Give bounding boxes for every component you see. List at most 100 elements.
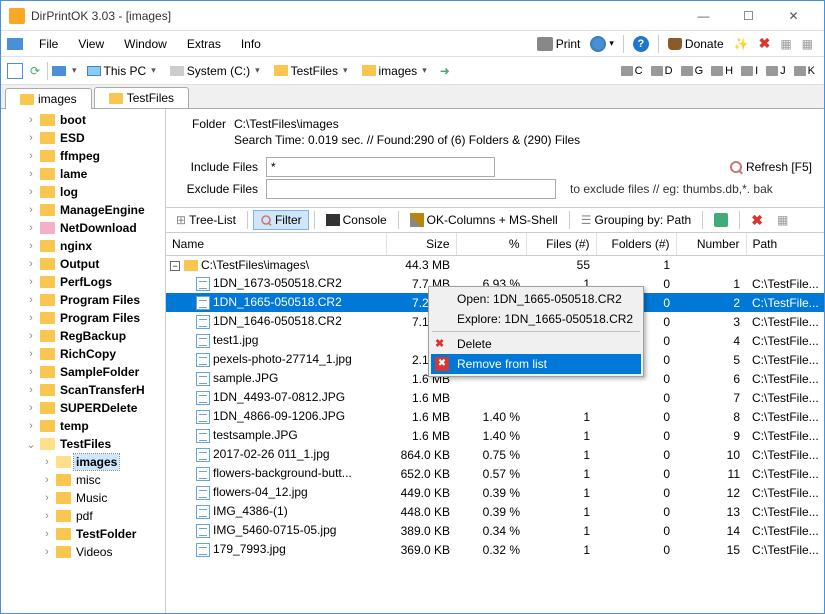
- file-table-container[interactable]: Name Size % Files (#) Folders (#) Number…: [166, 233, 824, 613]
- expand-icon[interactable]: ›: [25, 114, 37, 126]
- menu-info[interactable]: Info: [231, 34, 271, 54]
- table-row[interactable]: testsample.JPG1.6 MB1.40 %109C:\TestFile…: [166, 426, 824, 445]
- donate-button[interactable]: Donate: [663, 35, 729, 53]
- menu-window[interactable]: Window: [114, 34, 177, 54]
- tree-item[interactable]: ›SampleFolder: [1, 363, 165, 381]
- crumb-system[interactable]: System (C:)▾: [166, 62, 266, 80]
- drive-I[interactable]: I: [738, 64, 761, 78]
- tree-item[interactable]: ›ffmpeg: [1, 147, 165, 165]
- go-icon[interactable]: ➜: [437, 63, 453, 79]
- expand-icon[interactable]: ›: [41, 510, 53, 522]
- tree-item[interactable]: ›lame: [1, 165, 165, 183]
- tree-item[interactable]: ›SUPERDelete: [1, 399, 165, 417]
- col-pct[interactable]: %: [456, 233, 526, 255]
- col-folders[interactable]: Folders (#): [596, 233, 676, 255]
- col-button2[interactable]: ▦: [797, 35, 818, 53]
- tree-item[interactable]: ›pdf: [1, 507, 165, 525]
- tree-item[interactable]: ›PerfLogs: [1, 273, 165, 291]
- filter-button[interactable]: Filter: [253, 210, 309, 230]
- expand-icon[interactable]: ›: [25, 348, 37, 360]
- col-path[interactable]: Path: [746, 233, 824, 255]
- save-button[interactable]: [708, 211, 734, 229]
- del-col-button[interactable]: ✖: [754, 33, 776, 54]
- table-row[interactable]: IMG_4386-(1)448.0 KB0.39 %1013C:\TestFil…: [166, 502, 824, 521]
- ctx-explore[interactable]: Explore: 1DN_1665-050518.CR2: [431, 309, 641, 329]
- expand-icon[interactable]: ›: [25, 384, 37, 396]
- drive-C[interactable]: C: [618, 64, 646, 78]
- treelist-button[interactable]: ⊞Tree-List: [170, 211, 242, 229]
- ctx-delete[interactable]: ✖Delete: [431, 334, 641, 354]
- tree-item[interactable]: ›images: [1, 453, 165, 471]
- tree-item[interactable]: ›NetDownload: [1, 219, 165, 237]
- expand-icon[interactable]: ›: [25, 186, 37, 198]
- tree-item[interactable]: ›misc: [1, 471, 165, 489]
- tree-item[interactable]: ›Program Files: [1, 309, 165, 327]
- tree-item[interactable]: ›ScanTransferH: [1, 381, 165, 399]
- col-files[interactable]: Files (#): [526, 233, 596, 255]
- tab-images[interactable]: images: [5, 88, 92, 109]
- print-button[interactable]: Print: [532, 35, 586, 53]
- expand-icon[interactable]: ›: [25, 204, 37, 216]
- expand-icon[interactable]: ›: [25, 366, 37, 378]
- minimize-button[interactable]: —: [681, 2, 726, 30]
- drive-K[interactable]: K: [791, 64, 818, 78]
- expand-icon[interactable]: ›: [41, 546, 53, 558]
- refresh-button[interactable]: Refresh [F5]: [730, 160, 812, 174]
- list-icon[interactable]: [7, 63, 23, 79]
- table-row[interactable]: flowers-background-butt...652.0 KB0.57 %…: [166, 464, 824, 483]
- group-row[interactable]: −C:\TestFiles\images\44.3 MB551: [166, 255, 824, 274]
- col-size[interactable]: Size: [386, 233, 456, 255]
- drive-H[interactable]: H: [708, 64, 736, 78]
- expand-icon[interactable]: ›: [41, 456, 53, 468]
- table-row[interactable]: 1DN_4493-07-0812.JPG1.6 MB07C:\TestFile.…: [166, 388, 824, 407]
- table-row[interactable]: 179_7993.jpg369.0 KB0.32 %1015C:\TestFil…: [166, 540, 824, 559]
- folder-tree[interactable]: ›boot›ESD›ffmpeg›lame›log›ManageEngine›N…: [1, 109, 166, 613]
- refresh-icon[interactable]: ⟳: [27, 63, 43, 79]
- grouping-button[interactable]: ☰Grouping by: Path: [575, 211, 698, 229]
- tree-item[interactable]: ›ManageEngine: [1, 201, 165, 219]
- dropdown-icon[interactable]: ▾: [70, 65, 79, 76]
- wand-button[interactable]: ✨: [729, 35, 754, 53]
- ctx-remove[interactable]: ✖Remove from list: [431, 354, 641, 374]
- menu-file[interactable]: File: [29, 34, 68, 54]
- expand-icon[interactable]: ›: [25, 150, 37, 162]
- tree-item[interactable]: ⌄TestFiles: [1, 435, 165, 453]
- tab-testfiles[interactable]: TestFiles: [94, 87, 189, 108]
- expand-icon[interactable]: ›: [41, 474, 53, 486]
- collapse-icon[interactable]: −: [170, 261, 180, 271]
- include-input[interactable]: [266, 157, 495, 177]
- expand-icon[interactable]: ›: [25, 258, 37, 270]
- expand-icon[interactable]: ›: [25, 132, 37, 144]
- okcolumns-button[interactable]: OK-Columns + MS-Shell: [404, 211, 564, 229]
- tree-item[interactable]: ›nginx: [1, 237, 165, 255]
- expand-icon[interactable]: ›: [25, 402, 37, 414]
- crumb-testfiles[interactable]: TestFiles▾: [270, 62, 354, 80]
- console-button[interactable]: Console: [320, 211, 393, 229]
- globe-button[interactable]: ▾: [585, 34, 619, 54]
- tree-item[interactable]: ›Videos: [1, 543, 165, 561]
- monitor-icon[interactable]: [52, 66, 66, 76]
- tree-item[interactable]: ›log: [1, 183, 165, 201]
- close-button[interactable]: ✕: [771, 2, 816, 30]
- table-row[interactable]: 1DN_4866-09-1206.JPG1.6 MB1.40 %108C:\Te…: [166, 407, 824, 426]
- expand-icon[interactable]: ›: [25, 222, 37, 234]
- table-row[interactable]: 2017-02-26 011_1.jpg864.0 KB0.75 %1010C:…: [166, 445, 824, 464]
- col-number[interactable]: Number: [676, 233, 746, 255]
- tree-item[interactable]: ›RichCopy: [1, 345, 165, 363]
- ctx-open[interactable]: Open: 1DN_1665-050518.CR2: [431, 289, 641, 309]
- expand-icon[interactable]: ›: [25, 276, 37, 288]
- tree-item[interactable]: ›RegBackup: [1, 327, 165, 345]
- menu-view[interactable]: View: [68, 34, 114, 54]
- col-button1[interactable]: ▦: [775, 35, 796, 53]
- tree-item[interactable]: ›Music: [1, 489, 165, 507]
- expand-icon[interactable]: ›: [25, 294, 37, 306]
- crumb-thispc[interactable]: This PC▾: [83, 62, 162, 80]
- delete-x-button[interactable]: ✖: [745, 210, 769, 231]
- tree-item[interactable]: ›Program Files: [1, 291, 165, 309]
- table-row[interactable]: flowers-04_12.jpg449.0 KB0.39 %1012C:\Te…: [166, 483, 824, 502]
- tree-item[interactable]: ›TestFolder: [1, 525, 165, 543]
- tree-item[interactable]: ›Output: [1, 255, 165, 273]
- expand-icon[interactable]: ›: [41, 528, 53, 540]
- col-name[interactable]: Name: [166, 233, 386, 255]
- drive-J[interactable]: J: [763, 64, 789, 78]
